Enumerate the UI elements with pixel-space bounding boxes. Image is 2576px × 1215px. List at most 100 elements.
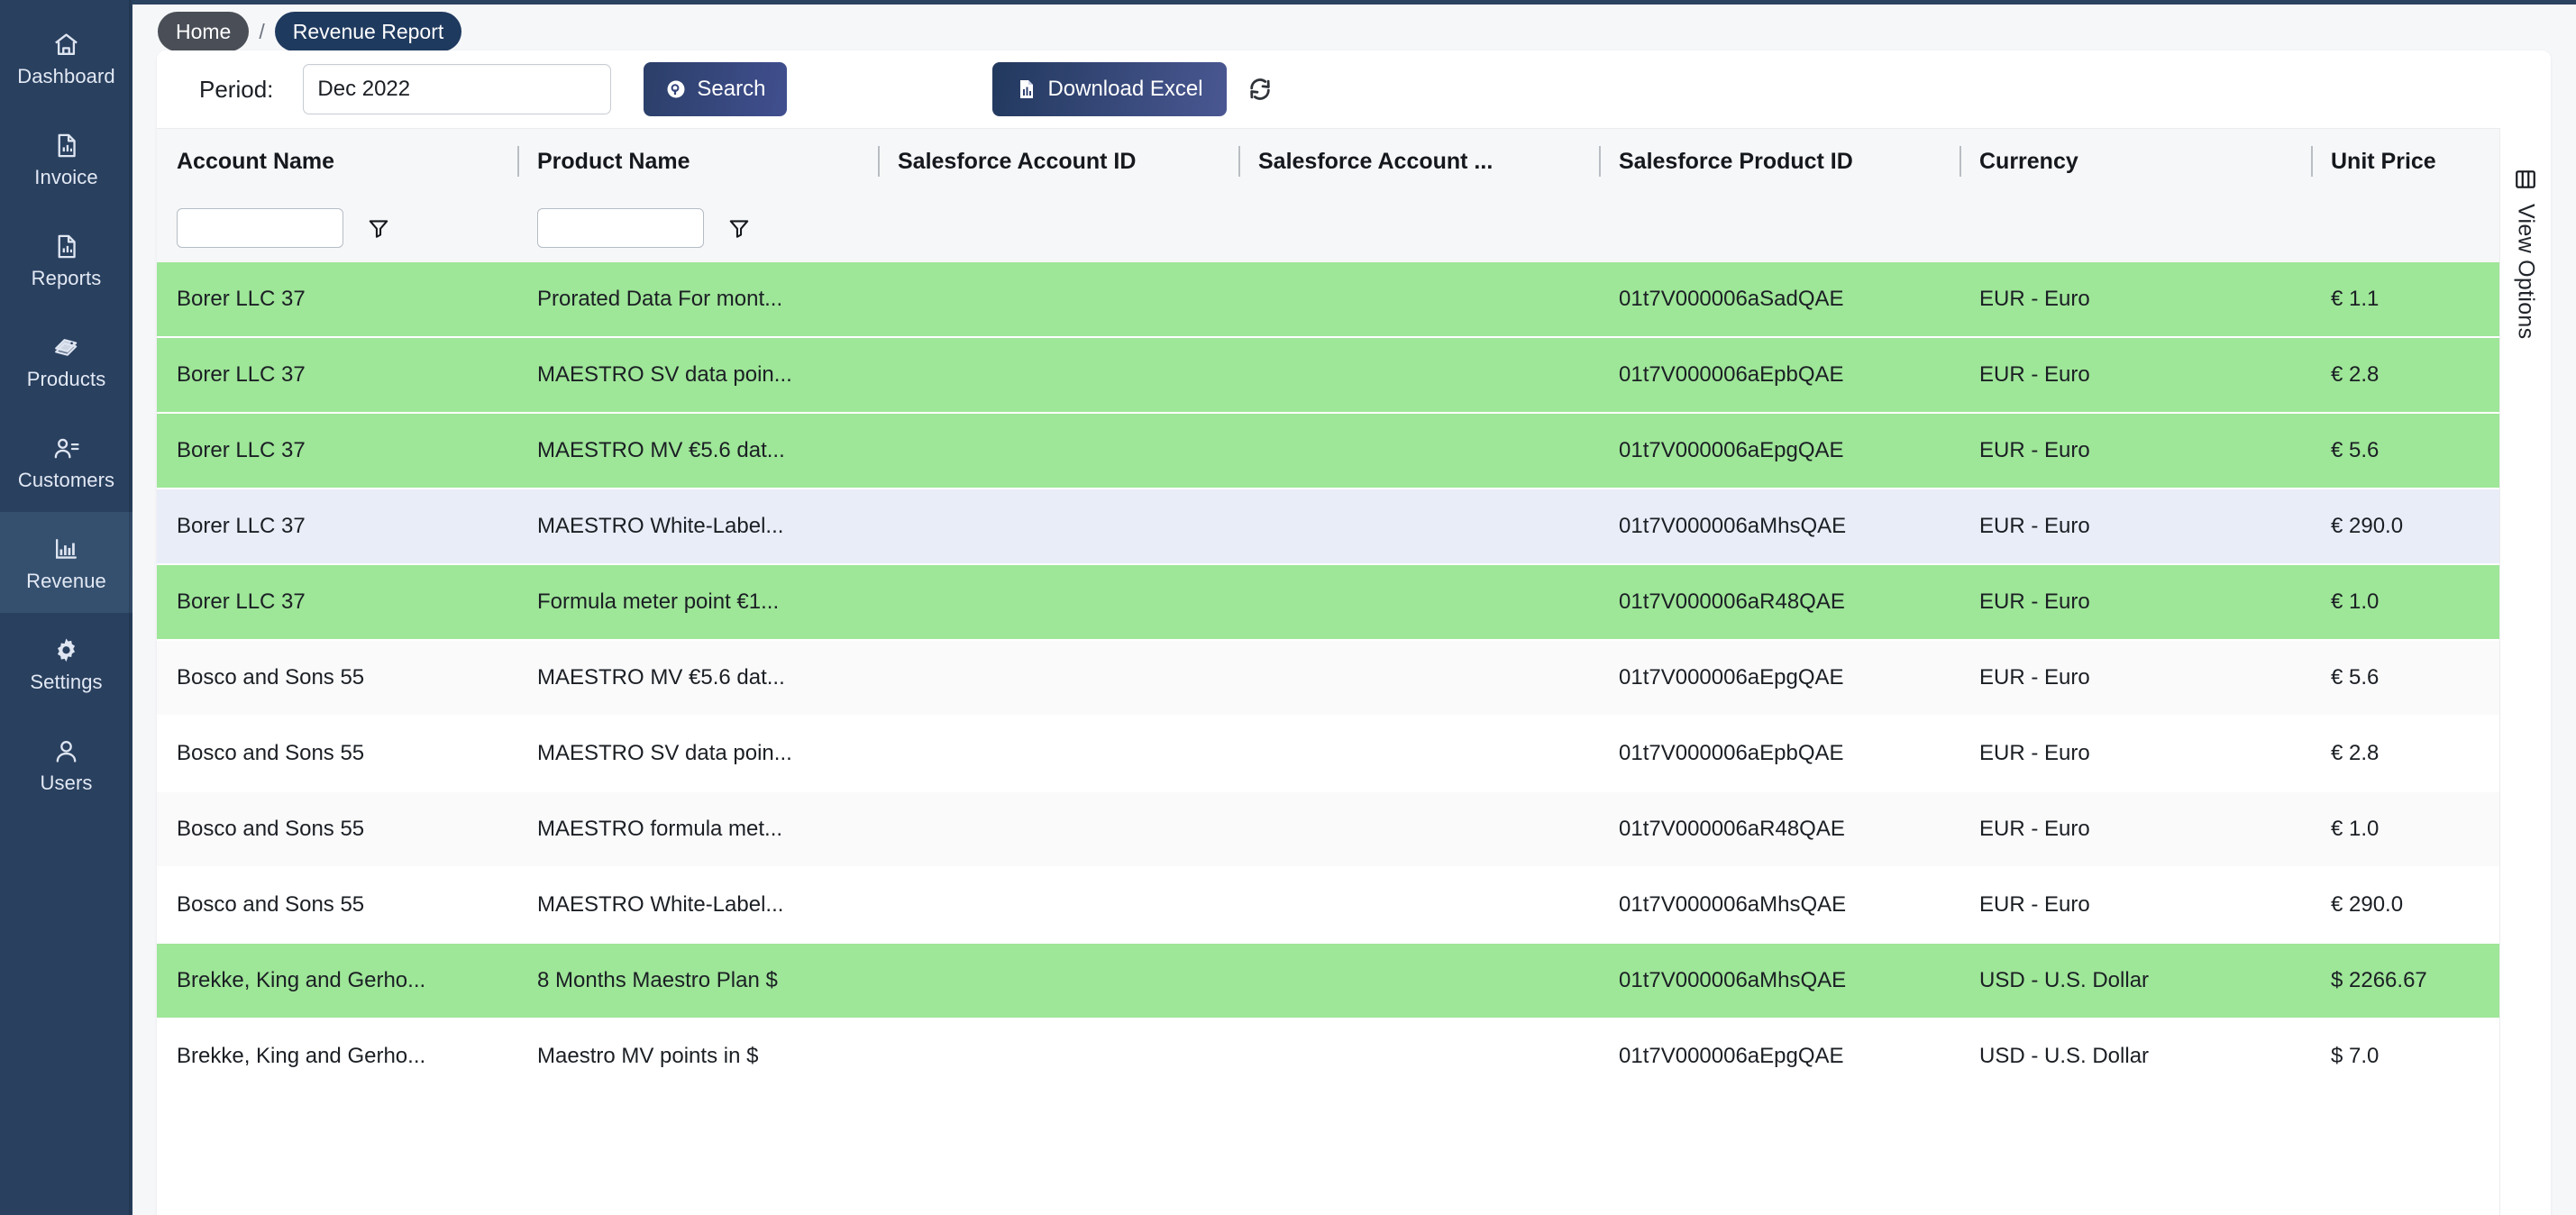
sidebar-item-revenue[interactable]: Revenue [0, 512, 132, 613]
cell-sfacct2 [1238, 792, 1599, 866]
table-row[interactable]: Bosco and Sons 55 MAESTRO MV €5.6 dat... 0… [157, 641, 2499, 717]
cell-sfprod: 01t7V000006aSadQAE [1619, 287, 1844, 311]
column-header-label: Salesforce Product ID [1619, 148, 1853, 174]
breadcrumb-separator: / [259, 19, 265, 43]
filter-cell-sfprod [1599, 194, 1959, 262]
app-root: Dashboard Invoice Reports Products Customers… [0, 0, 2576, 1215]
columns-icon [2514, 168, 2537, 191]
cell-currency: EUR - Euro [1979, 892, 2090, 917]
column-header-label: Salesforce Account ID [898, 148, 1137, 174]
cell-account: Brekke, King and Gerho... [177, 1044, 426, 1068]
sidebar-item-customers[interactable]: Customers [0, 411, 132, 512]
column-header-label: Currency [1979, 148, 2078, 174]
table-row[interactable]: Bosco and Sons 55 MAESTRO SV data poin...… [157, 717, 2499, 792]
cell-price: $ 2266.67 [2331, 968, 2427, 992]
document-chart-icon [51, 232, 82, 262]
cell-sfacct [878, 868, 1238, 942]
table-row[interactable]: Brekke, King and Gerho... Maestro MV poin… [157, 1019, 2499, 1095]
column-header-label: Unit Price [2331, 148, 2436, 174]
cell-sfprod: 01t7V000006aEpgQAE [1619, 1044, 1844, 1068]
sidebar-item-settings[interactable]: Settings [0, 613, 132, 714]
column-header-account[interactable]: Account Name [157, 129, 517, 194]
column-divider [2311, 146, 2313, 177]
search-button[interactable]: Search [644, 62, 788, 116]
filter-input-account[interactable] [177, 208, 343, 248]
sidebar-item-reports[interactable]: Reports [0, 209, 132, 310]
column-header-product[interactable]: Product Name [517, 129, 878, 194]
cell-product: MAESTRO SV data poin... [537, 741, 792, 765]
view-options-tab[interactable]: View Options [2499, 128, 2551, 1215]
cell-currency: EUR - Euro [1979, 741, 2090, 765]
refresh-icon[interactable] [1241, 70, 1279, 108]
cell-price: € 1.1 [2331, 287, 2380, 311]
cell-product: MAESTRO White-Label... [537, 514, 784, 538]
table-row[interactable]: Borer LLC 37 MAESTRO SV data poin... 01t7V… [157, 338, 2499, 414]
sidebar-item-products[interactable]: Products [0, 310, 132, 411]
cell-product: Maestro MV points in $ [537, 1044, 759, 1068]
table-header: Account Name Product Name Salesforce Accou… [157, 128, 2499, 262]
sidebar-item-dashboard[interactable]: Dashboard [0, 7, 132, 108]
search-button-label: Search [697, 77, 766, 101]
column-header-currency[interactable]: Currency [1959, 129, 2311, 194]
table-header-row: Account Name Product Name Salesforce Accou… [157, 129, 2499, 194]
cell-sfacct2 [1238, 1019, 1599, 1093]
period-label: Period: [199, 75, 274, 103]
column-header-label: Account Name [177, 148, 335, 174]
cell-sfacct [878, 792, 1238, 866]
table-row[interactable]: Brekke, King and Gerho... 8 Months Maestr… [157, 944, 2499, 1019]
filter-input-product[interactable] [537, 208, 704, 248]
cell-price: $ 7.0 [2331, 1044, 2380, 1068]
table-row[interactable]: Bosco and Sons 55 MAESTRO White-Label... 0… [157, 868, 2499, 944]
cell-currency: USD - U.S. Dollar [1979, 968, 2150, 992]
column-header-sfacct[interactable]: Salesforce Account ID [878, 129, 1238, 194]
breadcrumb-home[interactable]: Home [158, 12, 250, 51]
period-input[interactable] [303, 64, 612, 114]
bar-chart-icon [51, 534, 82, 565]
cell-account: Borer LLC 37 [177, 438, 306, 462]
cell-currency: EUR - Euro [1979, 514, 2090, 538]
filter-icon-product[interactable] [727, 216, 751, 240]
cell-product: Formula meter point €1... [537, 589, 780, 614]
table-row[interactable]: Borer LLC 37 MAESTRO MV €5.6 dat... 01t7V0… [157, 414, 2499, 489]
cell-sfacct [878, 338, 1238, 412]
cell-product: MAESTRO White-Label... [537, 892, 784, 917]
table-row[interactable]: Bosco and Sons 55 MAESTRO formula met... 0… [157, 792, 2499, 868]
revenue-table: Account Name Product Name Salesforce Accou… [157, 128, 2499, 1215]
filter-cell-sfacct2 [1238, 194, 1599, 262]
cell-account: Borer LLC 37 [177, 589, 306, 614]
download-excel-button[interactable]: Download Excel [992, 62, 1227, 116]
cell-price: € 2.8 [2331, 362, 2380, 387]
download-excel-label: Download Excel [1047, 77, 1203, 101]
cell-sfprod: 01t7V000006aR48QAE [1619, 817, 1845, 841]
cell-sfacct [878, 641, 1238, 715]
column-divider [1238, 146, 1240, 177]
table-row[interactable]: Borer LLC 37 MAESTRO White-Label... 01t7V0… [157, 489, 2499, 565]
cell-currency: EUR - Euro [1979, 589, 2090, 614]
column-header-sfprod[interactable]: Salesforce Product ID [1599, 129, 1959, 194]
document-chart-icon [51, 131, 82, 161]
column-header-label: Salesforce Account ... [1258, 148, 1494, 174]
table-row[interactable]: Borer LLC 37 Prorated Data For mont... 01t… [157, 262, 2499, 338]
sidebar-item-invoice[interactable]: Invoice [0, 108, 132, 209]
table-row[interactable]: Borer LLC 37 Formula meter point €1... 01t… [157, 565, 2499, 641]
tag-icon [51, 333, 82, 363]
cell-sfacct2 [1238, 338, 1599, 412]
cell-currency: EUR - Euro [1979, 362, 2090, 387]
breadcrumb-current[interactable]: Revenue Report [274, 12, 462, 51]
sidebar-item-label: Users [40, 771, 93, 794]
cell-sfacct2 [1238, 641, 1599, 715]
sidebar-item-users[interactable]: Users [0, 714, 132, 815]
home-icon [51, 30, 82, 60]
column-header-price[interactable]: Unit Price [2311, 129, 2499, 194]
cell-account: Bosco and Sons 55 [177, 892, 365, 917]
column-divider [1959, 146, 1961, 177]
cell-currency: EUR - Euro [1979, 438, 2090, 462]
cell-sfacct2 [1238, 868, 1599, 942]
filter-icon-account[interactable] [367, 216, 390, 240]
cell-account: Brekke, King and Gerho... [177, 968, 426, 992]
column-header-sfacct2[interactable]: Salesforce Account ... [1238, 129, 1599, 194]
cell-product: 8 Months Maestro Plan $ [537, 968, 778, 992]
cell-sfacct2 [1238, 565, 1599, 639]
cell-currency: USD - U.S. Dollar [1979, 1044, 2150, 1068]
cell-sfacct2 [1238, 262, 1599, 336]
